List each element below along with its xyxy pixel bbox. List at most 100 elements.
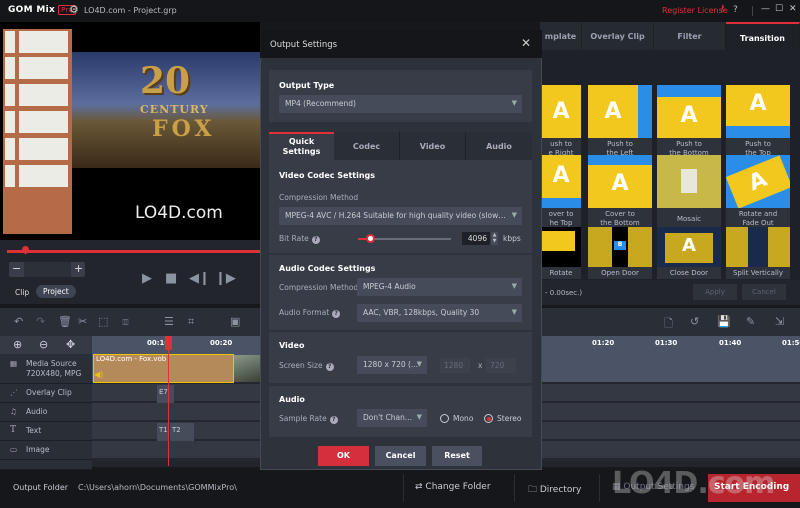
ruler-tick: 01:40: [719, 339, 742, 347]
tab-audio[interactable]: Audio: [466, 132, 532, 160]
key-icon[interactable]: ⚷: [719, 4, 726, 14]
track-label-spacer: [0, 460, 92, 470]
transition-split-vertically[interactable]: Split Vertically: [726, 227, 790, 279]
tab-codec[interactable]: Codec: [334, 132, 400, 160]
transition-close-door[interactable]: A Close Door: [657, 227, 721, 279]
undo-icon[interactable]: ↶: [14, 315, 23, 328]
ok-button[interactable]: OK: [318, 446, 369, 466]
overlay-chip[interactable]: E7: [157, 385, 174, 403]
playhead-line[interactable]: [168, 336, 169, 466]
stop-icon[interactable]: ■: [165, 271, 177, 286]
width-input[interactable]: 1280: [440, 358, 470, 373]
bit-rate-input[interactable]: 4096: [462, 232, 490, 245]
transition-cancel-button[interactable]: Cancel: [742, 284, 786, 300]
help-icon[interactable]: ?: [733, 5, 738, 15]
height-input[interactable]: 720: [486, 358, 516, 373]
reset-button[interactable]: Reset: [432, 446, 482, 466]
export-icon[interactable]: ⇲: [775, 315, 784, 328]
seek-bar[interactable]: [7, 250, 260, 253]
zoom-value-field[interactable]: [24, 262, 71, 277]
crop-icon[interactable]: ⌗: [188, 315, 194, 329]
gear-icon[interactable]: ⚙: [69, 3, 79, 16]
tab-quick-settings[interactable]: Quick Settings: [269, 132, 334, 160]
cancel-button[interactable]: Cancel: [375, 446, 426, 466]
timeline-zoom-in-icon[interactable]: ⊕: [13, 338, 22, 351]
audio-codec-heading: Audio Codec Settings: [279, 264, 376, 273]
delete-icon[interactable]: 🗑: [58, 315, 72, 328]
help-icon[interactable]: ?: [329, 416, 338, 424]
transition-rotate-fade-out[interactable]: A Rotate and Fade Out: [726, 155, 790, 230]
mono-radio[interactable]: [440, 414, 449, 423]
change-folder-button[interactable]: ⇄ Change Folder: [415, 482, 491, 492]
transition-push-left[interactable]: A Push to the Left: [588, 85, 652, 160]
transition-duration: - 0.00sec.): [545, 289, 583, 297]
tab-template[interactable]: mplate: [540, 22, 582, 50]
clip-mode-button[interactable]: Clip: [15, 288, 29, 297]
image-icon[interactable]: ▣: [230, 315, 240, 328]
help-icon[interactable]: ?: [325, 363, 334, 371]
save-as-icon[interactable]: ✎: [746, 315, 755, 328]
transition-push-bottom[interactable]: A Push to the Bottom: [657, 85, 721, 160]
transition-thumbnail: [541, 227, 581, 267]
register-license-link[interactable]: Register License: [662, 6, 728, 15]
transition-open-door[interactable]: B Open Door: [588, 227, 652, 279]
directory-button[interactable]: 🗀 Directory: [528, 482, 581, 498]
preview-watermark: LO4D.com: [135, 203, 223, 223]
tab-video[interactable]: Video: [400, 132, 466, 160]
select-icon[interactable]: ⬚: [98, 315, 108, 328]
save-icon[interactable]: 💾: [717, 315, 731, 328]
separator: [403, 474, 404, 502]
text-chip[interactable]: T2: [170, 423, 194, 441]
zoom-out-button[interactable]: −: [12, 262, 21, 275]
video-compression-select[interactable]: MPEG-4 AVC / H.264 Suitable for high qua…: [279, 207, 522, 225]
maximize-icon[interactable]: ☐: [775, 4, 783, 14]
timeline-zoom-out-icon[interactable]: ⊖: [39, 338, 48, 351]
title-separator: [752, 6, 753, 16]
help-icon[interactable]: ?: [311, 236, 320, 244]
adjust-icon[interactable]: ☰: [164, 315, 174, 328]
speaker-icon: ◀): [94, 370, 104, 379]
bit-rate-spinner[interactable]: ▲ ▼: [491, 232, 498, 245]
folder-icon: 🗀: [528, 485, 540, 495]
screen-size-select[interactable]: 1280 x 720 (... ▼: [357, 356, 427, 374]
next-frame-icon[interactable]: ❙▶: [215, 271, 236, 286]
timeline-fit-icon[interactable]: ✥: [66, 338, 75, 351]
new-project-icon[interactable]: 🗋: [664, 315, 673, 334]
bit-rate-slider-knob[interactable]: [366, 234, 376, 243]
clip-thumbnail[interactable]: [234, 355, 260, 382]
close-icon[interactable]: ✕: [789, 4, 797, 14]
play-icon[interactable]: ▶: [142, 271, 152, 286]
redo-icon[interactable]: ↷: [36, 315, 45, 328]
transition-rotate[interactable]: Rotate: [541, 227, 581, 279]
film-icon: ▦: [10, 359, 18, 368]
output-type-select[interactable]: MP4 (Recommend) ▼: [279, 95, 522, 113]
split-icon[interactable]: ⧈: [122, 315, 129, 329]
apply-button[interactable]: Apply: [693, 284, 737, 300]
open-project-icon[interactable]: ↺: [690, 315, 699, 328]
audio-format-select[interactable]: AAC, VBR, 128kbps, Quality 30 ▼: [357, 304, 522, 322]
zoom-in-button[interactable]: +: [74, 262, 83, 275]
transition-mosaic[interactable]: Mosaic: [657, 155, 721, 230]
project-mode-button[interactable]: Project: [36, 285, 76, 298]
transition-push-right[interactable]: A ush to e Right: [541, 85, 581, 160]
transition-cover-bottom[interactable]: A Cover to the Bottom: [588, 155, 652, 230]
audio-compression-select[interactable]: MPEG-4 Audio ▼: [357, 278, 522, 296]
sample-rate-select[interactable]: Don't Chan... ▼: [357, 409, 427, 427]
tab-transition[interactable]: Transition: [726, 22, 800, 50]
stereo-radio[interactable]: [484, 414, 493, 423]
minimize-icon[interactable]: —: [761, 4, 770, 14]
tab-filter[interactable]: Filter: [654, 22, 726, 50]
previous-frame-icon[interactable]: ◀❙: [189, 271, 210, 286]
transition-cover-top[interactable]: A over to he Top: [541, 155, 581, 230]
transition-thumbnail: B: [588, 227, 652, 267]
separator: [599, 474, 600, 502]
app-logo: GOM Mix Pro: [8, 5, 77, 15]
cut-icon[interactable]: ✂: [78, 315, 87, 328]
transition-push-top[interactable]: A Push to the Top: [726, 85, 790, 160]
help-icon[interactable]: ?: [332, 310, 341, 318]
dialog-close-icon[interactable]: ✕: [521, 36, 531, 50]
screen-size-label: Screen Size?: [279, 361, 334, 371]
music-icon: ♫: [10, 407, 17, 416]
tab-overlay-clip[interactable]: Overlay Clip: [582, 22, 654, 50]
track-label-media-source: ▦ Media Source 720X480, MPG: [0, 354, 92, 384]
